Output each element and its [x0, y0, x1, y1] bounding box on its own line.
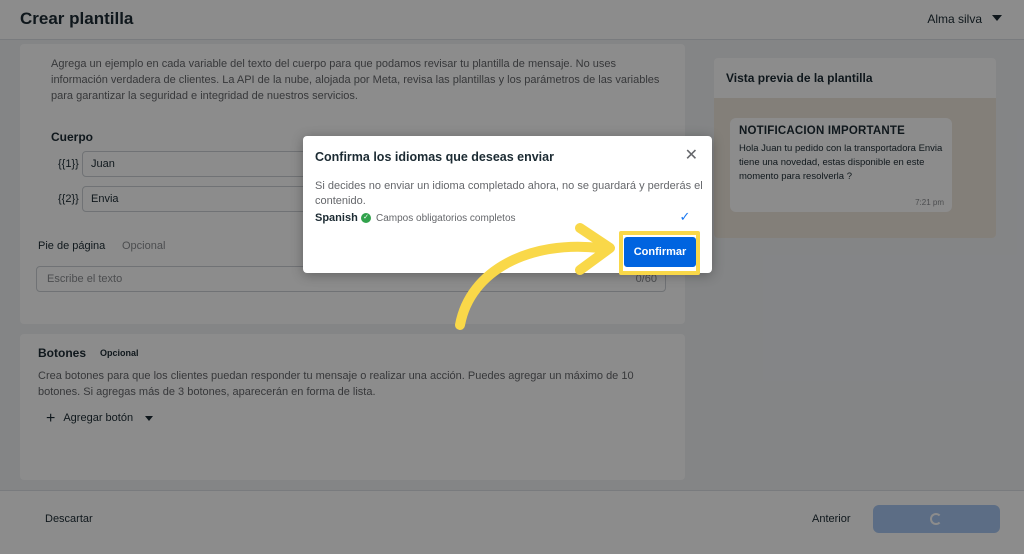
check-circle-icon: ✓ — [361, 213, 371, 223]
close-icon[interactable]: ✕ — [685, 148, 698, 164]
dialog-title: Confirma los idiomas que deseas enviar — [315, 150, 554, 164]
highlight-box — [619, 231, 700, 275]
language-checkbox[interactable]: ✓ — [676, 209, 694, 225]
dialog-description: Si decides no enviar un idioma completad… — [315, 180, 703, 207]
pointer-arrow-icon — [455, 223, 615, 330]
language-name: Spanish — [315, 212, 358, 224]
